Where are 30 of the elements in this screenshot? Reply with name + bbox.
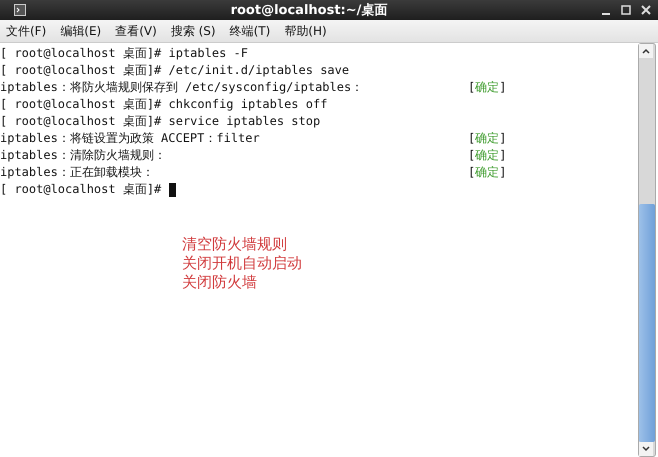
scroll-down-icon[interactable]: [639, 442, 653, 456]
terminal-line: iptables：正在卸载模块：: [0, 164, 155, 181]
menu-item[interactable]: 文件(F): [6, 22, 46, 40]
terminal-line: [ root@localhost 桌面]# chkconfig iptables off: [0, 96, 328, 113]
terminal-line: [ root@localhost 桌面]# /etc/init.d/iptables save: [0, 62, 350, 79]
scroll-up-icon[interactable]: [639, 44, 653, 58]
terminal-line: [ root@localhost 桌面]# iptables -F: [0, 45, 248, 62]
status-label: [确定]: [468, 147, 506, 164]
terminal-line: iptables：清除防火墙规则：: [0, 147, 167, 164]
menu-item[interactable]: 查看(V): [115, 22, 157, 40]
menu-item[interactable]: 搜索 (S): [170, 22, 216, 40]
terminal-line: [ root@localhost 桌面]#: [0, 181, 162, 198]
annotation-text: 清空防火墙规则: [182, 235, 288, 254]
terminal-icon: [14, 4, 26, 16]
status-label: [确定]: [468, 79, 506, 96]
menu-item[interactable]: 帮助(H): [284, 22, 327, 40]
scroll-thumb[interactable]: [639, 204, 655, 442]
terminal-line: iptables：将防火墙规则保存到 /etc/sysconfig/iptables：: [0, 79, 364, 96]
annotation-text: 关闭防火墙: [182, 273, 258, 292]
status-label: [确定]: [468, 164, 506, 181]
annotation-text: 关闭开机自动启动: [182, 254, 302, 273]
terminal-line: iptables：将链设置为政策 ACCEPT：filter: [0, 130, 261, 147]
terminal-line: [ root@localhost 桌面]# service iptables stop: [0, 113, 320, 130]
menu-item[interactable]: 编辑(E): [60, 22, 102, 40]
menu-item[interactable]: 终端(T): [230, 22, 270, 40]
maximize-icon[interactable]: [620, 4, 632, 16]
close-icon[interactable]: [640, 4, 652, 16]
status-label: [确定]: [468, 130, 506, 147]
scrollbar[interactable]: [638, 43, 656, 457]
window-title: root@localhost:~/桌面: [230, 2, 388, 19]
